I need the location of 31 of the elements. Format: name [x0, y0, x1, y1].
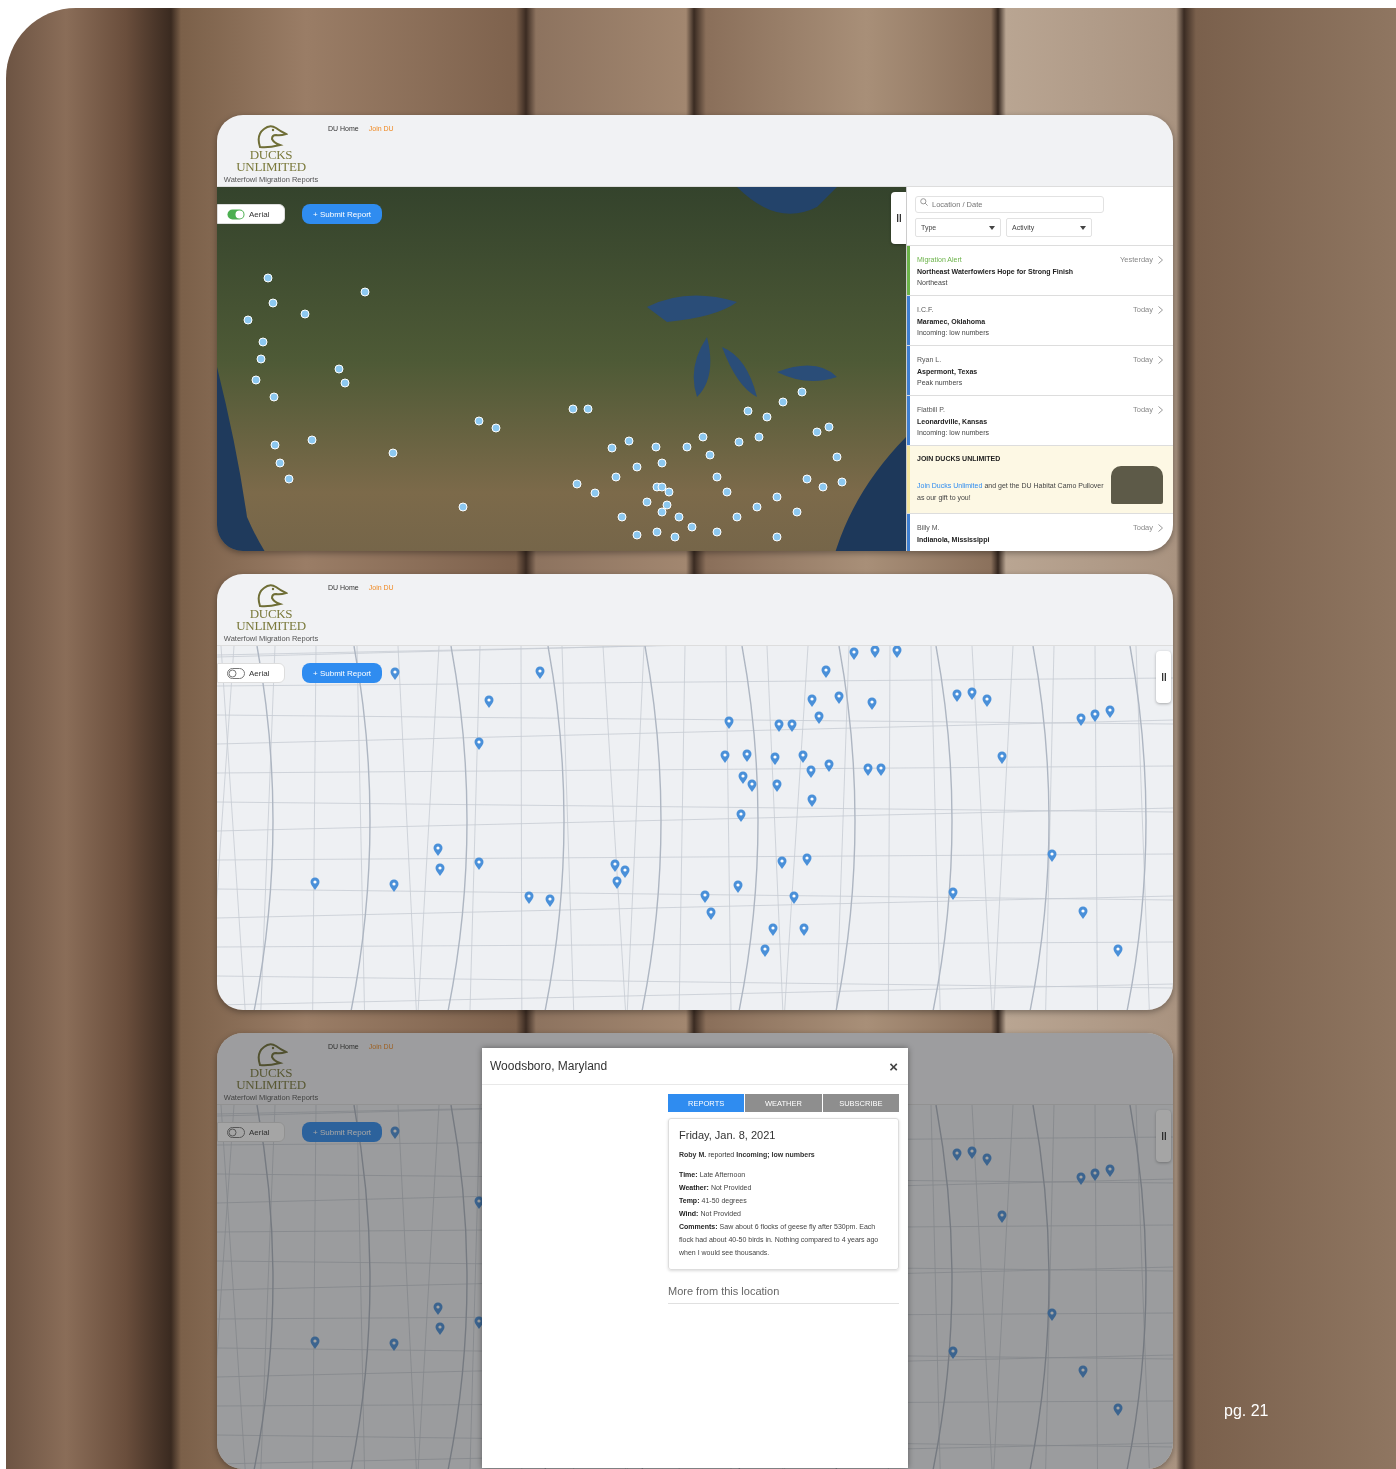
aerial-toggle[interactable]: Aerial — [217, 1122, 285, 1142]
logo-text: DUCKS — [249, 1067, 293, 1079]
sidebar-handle[interactable] — [891, 192, 906, 244]
caret-icon — [1080, 225, 1086, 230]
sidebar-handle[interactable] — [1156, 1110, 1171, 1162]
logo-text: DUCKS — [249, 608, 293, 620]
grip-icon — [1161, 1132, 1166, 1140]
grip-icon — [1161, 673, 1166, 681]
chevron-icon — [1158, 355, 1163, 364]
logo-text: DUCKS — [249, 149, 293, 161]
section-heading: More from this location — [668, 1285, 899, 1304]
pullover-photo-placeholder — [1111, 466, 1163, 504]
caret-icon — [989, 225, 995, 230]
grip-icon — [896, 214, 901, 222]
aerial-toggle[interactable]: Aerial — [217, 204, 285, 224]
close-button[interactable]: × — [887, 1057, 900, 1075]
aerial-toggle[interactable]: Aerial — [217, 663, 285, 683]
logo-text: UNLIMITED — [236, 1079, 306, 1091]
satellite-map-drawing[interactable] — [217, 187, 906, 551]
search-icon — [920, 197, 928, 206]
dialog-title: Woodsboro, Maryland — [490, 1059, 608, 1073]
page-number: pg. 21 — [1224, 1402, 1269, 1420]
logo-text: UNLIMITED — [236, 161, 306, 173]
chevron-icon — [1158, 305, 1163, 314]
chevron-icon — [1158, 405, 1163, 414]
chevron-icon — [1158, 255, 1163, 264]
report-date: Friday, Jan. 8, 2021 — [679, 1129, 777, 1141]
logo-text: UNLIMITED — [236, 620, 306, 632]
chevron-icon — [1158, 523, 1163, 532]
street-map-drawing[interactable] — [217, 646, 1173, 1010]
sidebar-handle[interactable] — [1156, 651, 1171, 703]
